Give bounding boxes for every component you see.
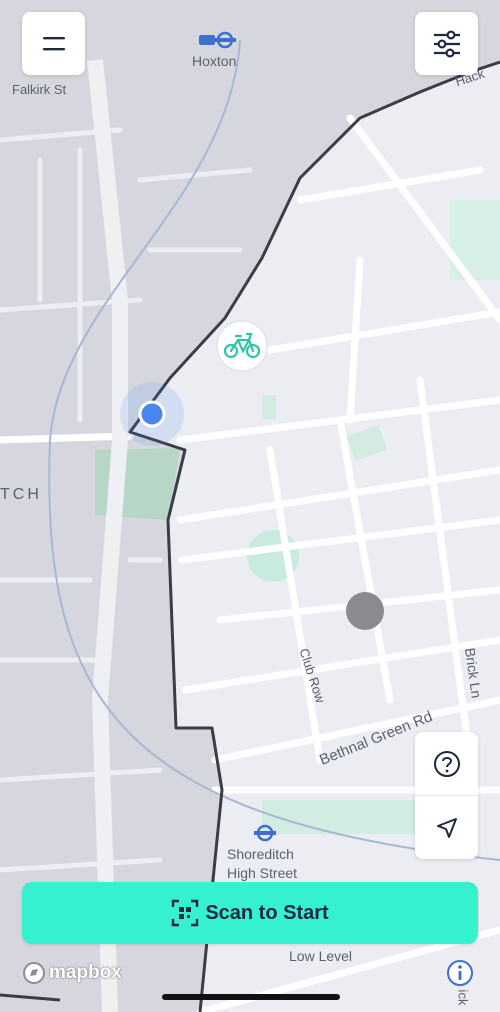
info-icon [447, 960, 473, 986]
map-label-district: TCH [0, 486, 42, 503]
hamburger-menu-icon [42, 36, 65, 50]
scan-to-start-label: Scan to Start [205, 901, 329, 924]
scan-to-start-button[interactable]: Scan to Start [22, 882, 478, 944]
map-label-falkirk: Falkirk St [12, 82, 67, 97]
navigation-arrow-icon [436, 817, 457, 838]
map-label-hoxton: Hoxton [192, 53, 237, 69]
marker-pin [346, 592, 384, 630]
map-label-brick-bottom: ick [455, 989, 471, 1006]
help-button[interactable] [415, 732, 478, 796]
home-indicator[interactable] [162, 994, 340, 1000]
user-location-dot [138, 400, 166, 428]
map-controls [415, 732, 478, 859]
mapbox-text: mapbox [49, 962, 122, 983]
filter-button[interactable] [415, 12, 478, 75]
info-button[interactable] [446, 959, 474, 987]
mapbox-mark-icon [23, 962, 45, 984]
menu-button[interactable] [22, 12, 85, 75]
locate-button[interactable] [415, 796, 478, 859]
qr-scan-icon [172, 899, 199, 927]
map-label-shoreditch: Shoreditch [227, 846, 294, 862]
map-label-low-level: Low Level [289, 948, 353, 964]
bike-marker[interactable] [216, 320, 268, 372]
mapbox-logo[interactable]: mapbox [22, 961, 122, 985]
sliders-filter-icon [433, 29, 460, 58]
map-label-high-street: High Street [227, 865, 298, 881]
question-icon [433, 750, 460, 777]
